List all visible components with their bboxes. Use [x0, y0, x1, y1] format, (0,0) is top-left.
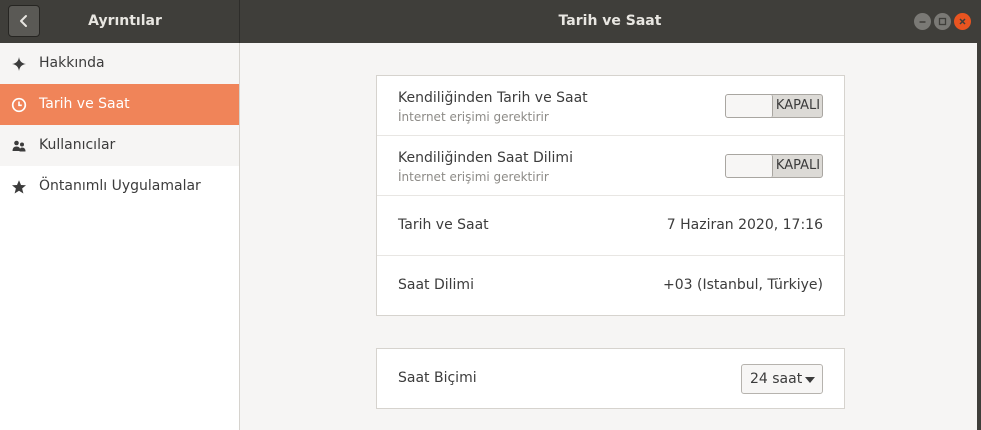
switch-knob — [726, 155, 773, 177]
close-button[interactable] — [954, 13, 971, 30]
sidebar-item-date-time[interactable]: Tarih ve Saat — [0, 84, 239, 125]
timezone-value: +03 (Istanbul, Türkiye) — [663, 277, 823, 293]
switch-state-label: KAPALI — [775, 158, 821, 173]
star-icon — [12, 180, 26, 194]
auto-datetime-subtitle: İnternet erişimi gerektirir — [398, 110, 549, 124]
header-left-title: Ayrıntılar — [88, 13, 162, 29]
sidebar-item-users[interactable]: Kullanıcılar — [0, 125, 239, 166]
sidebar-item-label: Öntanımlı Uygulamalar — [39, 178, 201, 194]
datetime-row[interactable]: Tarih ve Saat 7 Haziran 2020, 17:16 — [377, 196, 844, 256]
datetime-value: 7 Haziran 2020, 17:16 — [666, 217, 823, 233]
minimize-icon — [919, 21, 926, 23]
sidebar-item-label: Tarih ve Saat — [39, 96, 130, 112]
auto-datetime-title: Kendiliğinden Tarih ve Saat — [398, 90, 588, 106]
minimize-button[interactable] — [914, 13, 931, 30]
clock-icon — [11, 97, 27, 113]
close-icon — [959, 18, 966, 25]
maximize-icon — [938, 17, 947, 26]
auto-timezone-row: Kendiliğinden Saat Dilimi İnternet erişi… — [377, 136, 844, 196]
auto-datetime-switch[interactable]: KAPALI — [725, 94, 823, 118]
header-left-pane: Ayrıntılar — [0, 0, 240, 43]
time-format-dropdown[interactable]: 24 saat — [741, 364, 823, 394]
datetime-label: Tarih ve Saat — [398, 217, 489, 233]
switch-state-label: KAPALI — [775, 98, 821, 113]
datetime-settings-frame: Kendiliğinden Tarih ve Saat İnternet eri… — [376, 75, 845, 316]
timezone-row[interactable]: Saat Dilimi +03 (Istanbul, Türkiye) — [377, 256, 844, 316]
timezone-label: Saat Dilimi — [398, 277, 474, 293]
auto-timezone-subtitle: İnternet erişimi gerektirir — [398, 170, 549, 184]
window-right-edge — [977, 43, 981, 430]
header-bar: Ayrıntılar Tarih ve Saat — [0, 0, 981, 43]
sidebar-item-label: Hakkında — [39, 55, 105, 71]
maximize-button[interactable] — [934, 13, 951, 30]
auto-timezone-title: Kendiliğinden Saat Dilimi — [398, 150, 573, 166]
sparkle-icon — [12, 57, 26, 71]
sidebar: Hakkında Tarih ve Saat Kullanıcılar Önta… — [0, 43, 240, 430]
time-format-frame: Saat Biçimi 24 saat — [376, 348, 845, 409]
auto-datetime-row: Kendiliğinden Tarih ve Saat İnternet eri… — [377, 76, 844, 136]
dropdown-arrow-icon — [805, 377, 815, 383]
time-format-row: Saat Biçimi 24 saat — [377, 349, 844, 408]
switch-knob — [726, 95, 773, 117]
window-title: Tarih ve Saat — [558, 13, 662, 29]
time-format-value: 24 saat — [750, 371, 803, 387]
sidebar-item-label: Kullanıcılar — [39, 137, 116, 153]
sidebar-item-default-apps[interactable]: Öntanımlı Uygulamalar — [0, 166, 239, 207]
sidebar-item-about[interactable]: Hakkında — [0, 43, 239, 84]
time-format-label: Saat Biçimi — [398, 370, 477, 386]
auto-timezone-switch[interactable]: KAPALI — [725, 154, 823, 178]
users-icon — [12, 140, 26, 152]
